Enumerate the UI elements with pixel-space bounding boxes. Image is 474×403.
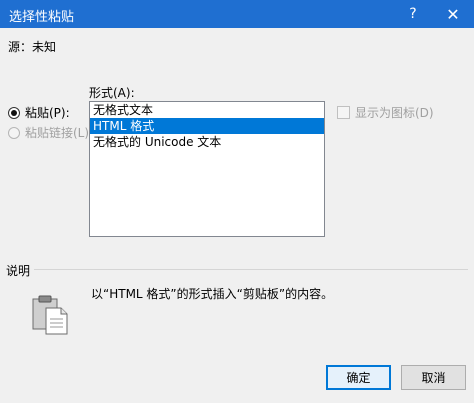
show-as-icon-label: 显示为图标(D) <box>355 106 434 120</box>
help-button[interactable]: ? <box>398 0 428 28</box>
show-as-icon-checkbox <box>337 106 350 119</box>
format-label: 形式(A): <box>89 86 135 100</box>
show-as-icon-option: 显示为图标(D) <box>337 104 434 121</box>
cancel-button[interactable]: 取消 <box>401 365 466 390</box>
source-label: 源：未知 <box>8 40 57 54</box>
title-bar: 选择性粘贴 ? ✕ <box>0 0 474 28</box>
paste-radio[interactable] <box>8 106 20 119</box>
description-divider <box>34 269 468 270</box>
description-label: 说明 <box>6 264 31 278</box>
format-item-html[interactable]: HTML 格式 <box>90 118 324 134</box>
close-icon: ✕ <box>446 4 460 24</box>
help-icon: ? <box>409 6 417 22</box>
paste-link-radio-label: 粘贴链接(L): <box>25 126 94 140</box>
format-item-unicode-text[interactable]: 无格式的 Unicode 文本 <box>90 134 324 150</box>
ok-button[interactable]: 确定 <box>326 365 391 390</box>
paste-radio-option[interactable]: 粘贴(P): <box>8 104 70 121</box>
window-title: 选择性粘贴 <box>9 10 75 25</box>
description-text: 以“HTML 格式”的形式插入“剪贴板”的内容。 <box>91 287 334 301</box>
format-listbox[interactable]: 无格式文本 HTML 格式 无格式的 Unicode 文本 <box>89 101 325 237</box>
paste-link-radio <box>8 126 20 139</box>
close-button[interactable]: ✕ <box>438 0 468 28</box>
paste-radio-label: 粘贴(P): <box>25 106 70 120</box>
format-item-plain-text[interactable]: 无格式文本 <box>90 102 324 118</box>
paste-link-radio-option: 粘贴链接(L): <box>8 124 93 141</box>
clipboard-icon <box>30 294 72 336</box>
